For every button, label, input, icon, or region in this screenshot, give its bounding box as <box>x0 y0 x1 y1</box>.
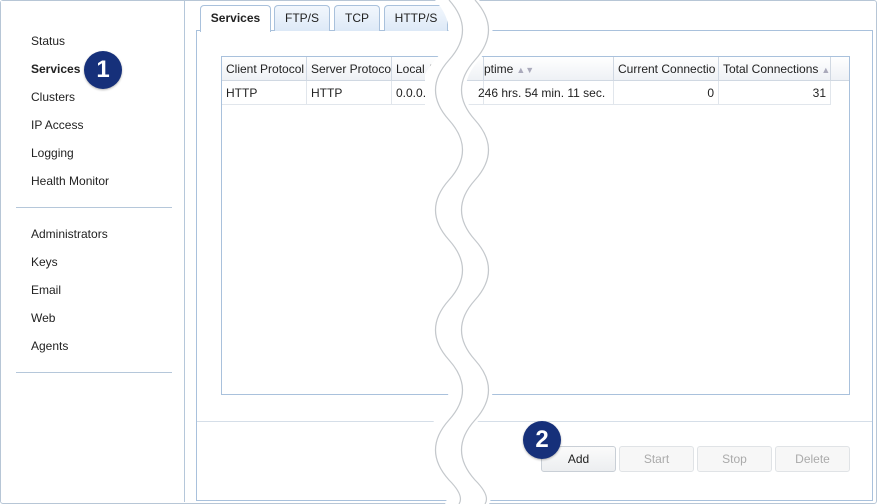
image-break-overlay <box>425 0 493 504</box>
table-cell[interactable]: HTTP <box>222 81 307 105</box>
tab-ftps[interactable]: FTP/S <box>274 5 330 31</box>
table-cell[interactable]: 0 <box>614 81 719 105</box>
scrollbar-header-spacer <box>831 57 849 81</box>
table-cell[interactable]: 31 <box>719 81 831 105</box>
services-table: Client Protocol Server Protoco Local Add… <box>221 56 850 395</box>
sort-icon: ▲▼ <box>516 65 535 75</box>
sidebar-item-web[interactable]: Web <box>31 311 55 325</box>
column-header-server-protocol[interactable]: Server Protoco <box>307 57 392 81</box>
sidebar-divider <box>16 372 172 373</box>
column-header-client-protocol[interactable]: Client Protocol <box>222 57 307 81</box>
callout-badge-1: 1 <box>84 51 122 89</box>
sidebar-item-clusters[interactable]: Clusters <box>31 90 75 104</box>
column-header-label: Total Connections <box>723 62 819 76</box>
callout-badge-2: 2 <box>523 421 561 459</box>
sidebar-item-health-monitor[interactable]: Health Monitor <box>31 174 109 188</box>
table-cell[interactable]: 246 hrs. 54 min. 11 sec. <box>474 81 614 105</box>
column-header-total-connections[interactable]: Total Connections ▲ <box>719 57 831 81</box>
sidebar-item-email[interactable]: Email <box>31 283 61 297</box>
start-button[interactable]: Start <box>619 446 694 472</box>
sidebar-item-status[interactable]: Status <box>31 34 65 48</box>
stop-button[interactable]: Stop <box>697 446 772 472</box>
sidebar-item-administrators[interactable]: Administrators <box>31 227 108 241</box>
table-cell[interactable]: HTTP <box>307 81 392 105</box>
delete-button[interactable]: Delete <box>775 446 850 472</box>
tab-tcp[interactable]: TCP <box>334 5 380 31</box>
sidebar-item-ip-access[interactable]: IP Access <box>31 118 83 132</box>
sidebar-item-logging[interactable]: Logging <box>31 146 74 160</box>
sort-icon: ▲ <box>821 65 831 75</box>
sidebar-item-services[interactable]: Services <box>31 62 80 76</box>
sidebar-item-keys[interactable]: Keys <box>31 255 58 269</box>
column-header-uptime[interactable]: ptime ▲▼ <box>484 57 614 81</box>
tab-services[interactable]: Services <box>200 5 271 32</box>
sidebar-item-agents[interactable]: Agents <box>31 339 68 353</box>
sidebar-divider <box>16 207 172 208</box>
column-header-current-connections[interactable]: Current Connectio <box>614 57 719 81</box>
